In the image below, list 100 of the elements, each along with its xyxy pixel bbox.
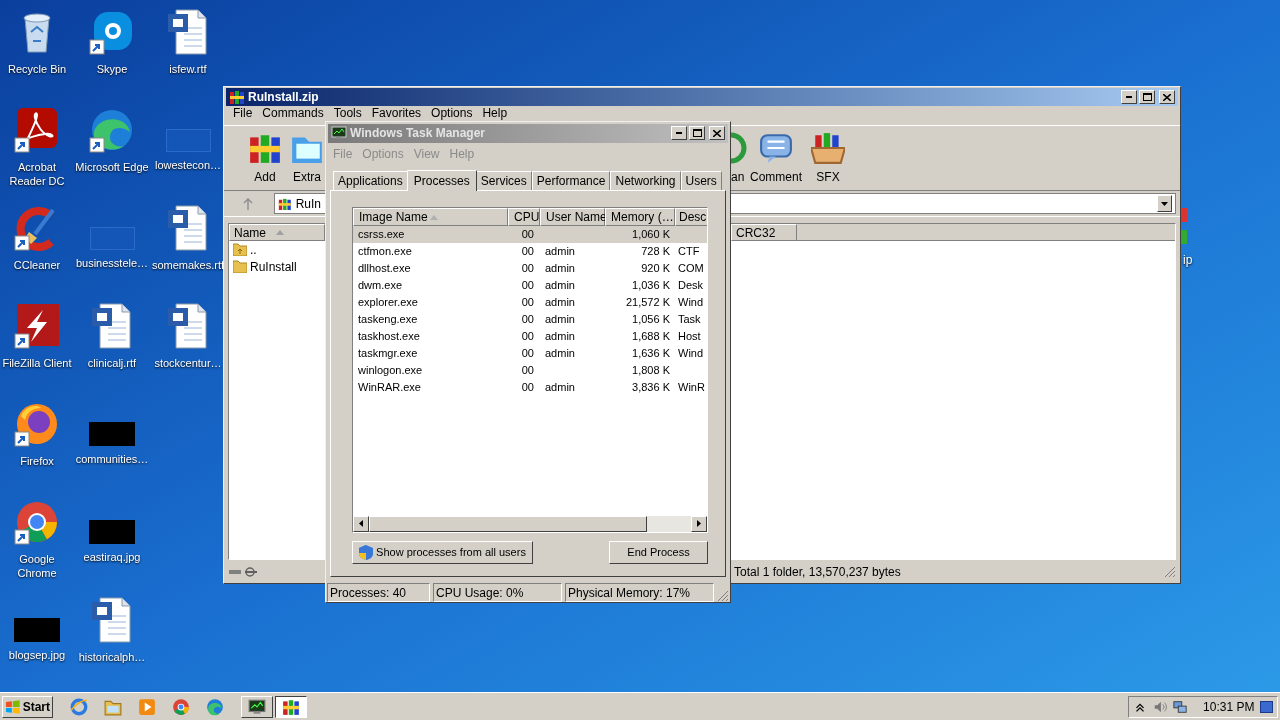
table-cell-text: taskeng.exe (358, 311, 418, 327)
tab[interactable]: Users (680, 170, 722, 190)
start-button[interactable]: Start (2, 695, 53, 718)
menu-item[interactable]: Commands (257, 107, 329, 120)
clock[interactable]: 10:31 PM (1203, 697, 1255, 716)
table-cell-text: WinRAR.exe (358, 379, 421, 395)
minimize-icon (1126, 96, 1132, 98)
icon-label[interactable]: FileZilla Client (0, 356, 74, 370)
horizontal-scrollbar[interactable] (353, 515, 707, 532)
table-cell-text: 00 (521, 294, 534, 310)
table-cell-text: admin (545, 260, 575, 276)
column-header[interactable]: Memory (… (605, 207, 675, 226)
table-cell-text: Host (678, 328, 701, 344)
icon-label[interactable]: isfew.rtf (151, 62, 225, 76)
maximize-button[interactable] (689, 126, 705, 141)
icon-label[interactable]: businesstele… (75, 256, 149, 270)
table-cell-text: 00 (521, 362, 534, 378)
windows-flag-icon (5, 699, 21, 714)
table-cell-text: Desk (678, 277, 704, 293)
scroll-thumb[interactable] (369, 515, 647, 532)
table-cell-text: admin (545, 379, 575, 395)
sort-arrow-icon (276, 230, 284, 235)
table-cell-text: WinR (678, 379, 705, 395)
file-row[interactable]: RuInstall (229, 258, 301, 275)
address-field[interactable]: RuIn (274, 193, 324, 214)
icon-label[interactable]: lowestecon… (151, 158, 225, 172)
column-header[interactable]: CPU (508, 207, 540, 226)
minimize-button[interactable] (1121, 90, 1137, 104)
resize-grip-icon (717, 590, 729, 602)
table-cell-text: taskhost.exe (358, 328, 420, 344)
toolbar-button[interactable]: Comment (751, 131, 801, 186)
column-header[interactable]: CRC32 (731, 224, 797, 241)
tab[interactable]: Processes (406, 169, 477, 191)
end-process-button[interactable]: End Process (609, 540, 708, 564)
dropdown-button[interactable] (1157, 195, 1172, 212)
icon-label[interactable]: Microsoft Edge (75, 160, 149, 174)
quick-launch-button[interactable] (69, 696, 89, 717)
table-cell-text: Wind (678, 345, 704, 361)
icon-label[interactable]: somemakes.rtf (151, 258, 225, 272)
icon-label[interactable]: Firefox (0, 454, 74, 468)
table-cell-text: winlogon.exe (358, 362, 423, 378)
close-button[interactable] (1159, 90, 1175, 104)
table-cell-text: 728 K (641, 243, 670, 259)
toolbar-button[interactable]: an (731, 131, 751, 186)
icon-label[interactable]: blogsep.jpg (0, 648, 74, 662)
monitor-icon (331, 126, 347, 141)
icon-label[interactable]: CCleaner (0, 258, 74, 272)
toolbar-button[interactable]: SFX (801, 131, 855, 186)
status-field: CPU Usage: 0% (433, 583, 562, 602)
table-cell-text: 1,636 K (632, 345, 670, 361)
icon-label[interactable]: Recycle Bin (0, 62, 74, 76)
table-cell-text: CTF (678, 243, 700, 259)
menu-item[interactable]: Options (426, 107, 478, 120)
minimize-button[interactable] (671, 126, 687, 141)
icon-label[interactable]: Acrobat Reader DC (0, 160, 74, 188)
drive-icons (228, 566, 258, 577)
menu-item[interactable]: File (228, 107, 258, 120)
right-arrow-icon (697, 520, 701, 528)
icon-label[interactable]: Google Chrome (0, 552, 74, 580)
status-text: Total 1 folder, 13,570,237 bytes (734, 563, 902, 581)
icon-label[interactable]: eastiraq.jpg (75, 550, 149, 564)
table-cell-text: Task (678, 311, 701, 327)
tab[interactable]: Networking (610, 170, 681, 190)
tab[interactable]: Applications (333, 170, 408, 190)
icon-label[interactable]: clinicalj.rtf (75, 356, 149, 370)
table-cell-text: 1,056 K (632, 311, 670, 327)
table-cell-text: COM (678, 260, 704, 276)
quick-launch-button[interactable] (205, 696, 225, 717)
icon-label[interactable]: stockcentur… (151, 356, 225, 370)
toolbar-button[interactable]: Extra (289, 131, 325, 186)
icon-label[interactable]: ip (1183, 253, 1193, 268)
monitor-icon (248, 697, 266, 716)
table-cell-text: 3,836 K (632, 379, 670, 395)
folder-up-icon (233, 243, 247, 256)
show-processes-button[interactable]: Show processes from all users (352, 540, 533, 564)
tab[interactable]: Services (475, 170, 532, 190)
icon-label[interactable]: Skype (75, 62, 149, 76)
file-row[interactable]: .. (229, 241, 261, 258)
column-header[interactable]: Image Name (353, 207, 508, 226)
status-field: Physical Memory: 17% (565, 583, 714, 602)
sort-arrow-icon (430, 214, 438, 220)
menu-item[interactable]: Tools (328, 107, 367, 120)
browser-e-icon (70, 697, 88, 716)
icon-label[interactable]: communities… (75, 452, 149, 466)
maximize-button[interactable] (1139, 90, 1155, 104)
browser-circle-icon (172, 697, 190, 716)
menu-item[interactable]: Help (477, 107, 513, 120)
column-header[interactable]: Name (229, 224, 325, 241)
toolbar-button[interactable]: Add (241, 131, 289, 186)
column-header[interactable]: User Name (540, 207, 605, 226)
icon-label[interactable]: historicalph… (75, 650, 149, 664)
table-cell-text: 21,572 K (625, 294, 670, 310)
menu-item[interactable]: Favorites (366, 107, 427, 120)
tab[interactable]: Performance (531, 170, 611, 190)
taskbar-button[interactable] (275, 695, 307, 718)
quick-launch-button[interactable] (171, 696, 191, 717)
close-button[interactable] (709, 126, 725, 141)
table-cell-text: 00 (521, 345, 534, 361)
column-header[interactable]: Desc (675, 207, 707, 226)
show-desktop-button[interactable] (1260, 700, 1273, 713)
